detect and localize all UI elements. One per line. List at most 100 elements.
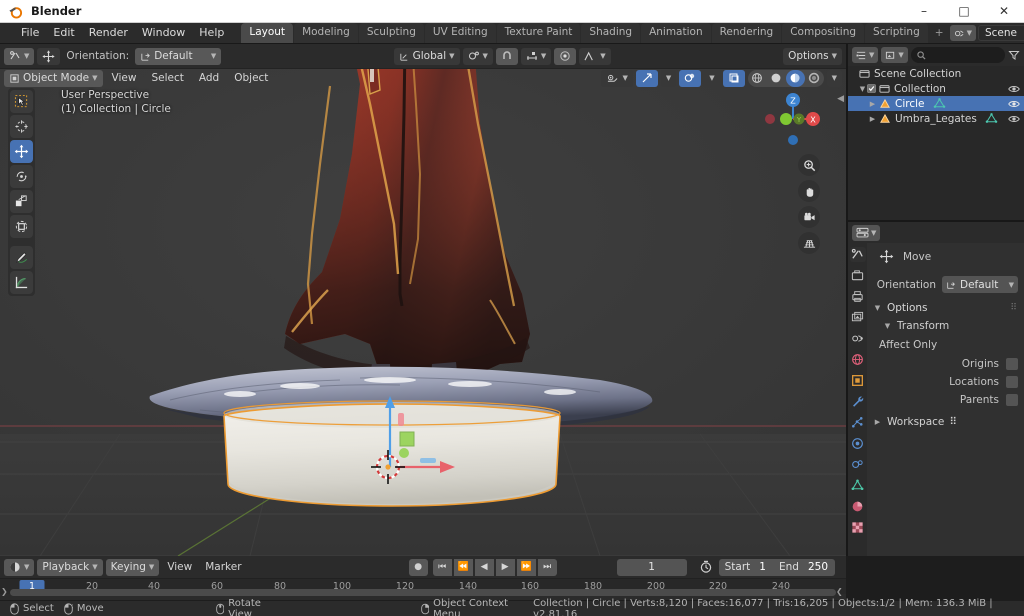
snap-settings-dropdown[interactable]: ▼ xyxy=(521,48,551,65)
parents-checkbox[interactable] xyxy=(1006,394,1018,406)
menu-render[interactable]: Render xyxy=(82,24,135,42)
xray-toggle-button[interactable] xyxy=(723,70,745,87)
properties-editor[interactable]: ▼ xyxy=(848,222,1024,556)
viewport-3d[interactable]: ▼ Orientation: Default ▼ xyxy=(0,44,846,556)
properties-tab-physics[interactable] xyxy=(850,436,866,451)
maximize-button[interactable]: □ xyxy=(944,0,984,23)
tool-transform[interactable] xyxy=(10,215,33,238)
origins-checkbox[interactable] xyxy=(1006,358,1018,370)
zoom-icon[interactable] xyxy=(798,154,820,176)
affect-locations-row[interactable]: Locations xyxy=(873,376,1018,388)
shading-material-preview-button[interactable] xyxy=(786,70,805,87)
gizmo-toggle-button[interactable] xyxy=(636,70,658,87)
preview-range-icon[interactable] xyxy=(699,560,713,574)
play-button[interactable]: ▶ xyxy=(496,559,515,576)
end-label[interactable]: End xyxy=(773,559,805,576)
viewport-menu-add[interactable]: Add xyxy=(193,70,225,86)
tab-uv-editing[interactable]: UV Editing xyxy=(425,23,496,43)
hand-icon[interactable] xyxy=(798,180,820,202)
viewport-menu-object[interactable]: Object xyxy=(228,70,274,86)
tab-layout[interactable]: Layout xyxy=(241,23,293,43)
properties-tab-constraints[interactable] xyxy=(850,457,866,472)
tool-cursor[interactable] xyxy=(10,115,33,138)
properties-tab-modifiers[interactable] xyxy=(850,394,866,409)
properties-tab-texture[interactable] xyxy=(850,520,866,535)
scroll-left-arrow-icon[interactable]: ❯ xyxy=(1,587,8,596)
proportional-falloff-dropdown[interactable]: ▼ xyxy=(579,48,610,65)
shading-settings-dropdown[interactable]: ▼ xyxy=(827,70,842,87)
properties-tab-object[interactable] xyxy=(850,373,866,388)
close-button[interactable]: ✕ xyxy=(984,0,1024,23)
outliner-row-circle[interactable]: ▶ Circle xyxy=(848,96,1024,111)
end-value[interactable]: 250 xyxy=(805,561,835,573)
tool-rotate[interactable] xyxy=(10,165,33,188)
timeline-editor-type-button[interactable]: ▼ xyxy=(4,559,34,576)
previous-keyframe-button[interactable]: ⏪ xyxy=(454,559,473,576)
tool-measure[interactable] xyxy=(10,271,33,294)
gizmo-settings-dropdown[interactable]: ▼ xyxy=(661,70,676,87)
visibility-dropdown[interactable]: ▼ xyxy=(601,70,632,87)
properties-tab-render[interactable] xyxy=(850,268,866,283)
properties-tab-world[interactable] xyxy=(850,352,866,367)
shading-wireframe-button[interactable] xyxy=(748,70,767,87)
menu-help[interactable]: Help xyxy=(192,24,231,42)
visibility-eye-icon[interactable] xyxy=(1008,99,1020,109)
tool-scale[interactable] xyxy=(10,190,33,213)
tool-settings-editor-type-button[interactable]: ▼ xyxy=(4,48,34,65)
current-frame-field[interactable]: 1 xyxy=(617,559,687,576)
outliner-editor[interactable]: ▼ ▼ xyxy=(848,44,1024,222)
editor-divider-vertical[interactable] xyxy=(846,44,848,556)
shading-solid-button[interactable] xyxy=(767,70,786,87)
workspace-panel-header[interactable]: ▶ Workspace ⠿ xyxy=(873,416,1018,428)
filter-icon[interactable] xyxy=(1008,49,1020,61)
navigation-gizmo[interactable]: Z X Y xyxy=(762,88,824,150)
tab-texture-paint[interactable]: Texture Paint xyxy=(497,23,581,43)
tab-animation[interactable]: Animation xyxy=(641,23,711,43)
properties-tab-object-data[interactable] xyxy=(850,478,866,493)
tab-rendering[interactable]: Rendering xyxy=(712,23,782,43)
options-panel-header[interactable]: ▼ Options ⠿ xyxy=(873,302,1018,314)
properties-tab-material[interactable] xyxy=(850,499,866,514)
auto-keying-button[interactable]: ● xyxy=(409,559,428,576)
orientation-dropdown[interactable]: Default ▼ xyxy=(942,276,1018,293)
affect-origins-row[interactable]: Origins xyxy=(873,358,1018,370)
next-keyframe-button[interactable]: ⏩ xyxy=(517,559,536,576)
timeline-scrollbar[interactable]: ❯ ❮ xyxy=(0,589,846,596)
mesh-data-icon[interactable] xyxy=(933,98,946,109)
outliner-row-collection[interactable]: ▼ Collection xyxy=(848,81,1024,96)
checkbox-icon[interactable] xyxy=(867,84,876,93)
outliner-row-scene-collection[interactable]: Scene Collection xyxy=(848,66,1024,81)
snap-toggle-button[interactable] xyxy=(496,48,518,65)
start-value[interactable]: 1 xyxy=(756,561,773,573)
playback-dropdown[interactable]: Playback ▼ xyxy=(37,559,102,576)
outliner-search-input[interactable] xyxy=(911,47,1005,63)
scroll-right-arrow-icon[interactable]: ❮ xyxy=(836,587,843,596)
properties-tab-particles[interactable] xyxy=(850,415,866,430)
jump-to-start-button[interactable]: ⏮ xyxy=(433,559,452,576)
timeline-menu-view[interactable]: View xyxy=(162,559,197,575)
orientation-dropdown[interactable]: Default ▼ xyxy=(135,48,221,65)
viewport-sidebar-collapse-arrow[interactable]: ◀ xyxy=(837,94,844,104)
tab-compositing[interactable]: Compositing xyxy=(782,23,864,43)
tool-tweak-select-box[interactable] xyxy=(10,90,33,113)
visibility-eye-icon[interactable] xyxy=(1008,84,1020,94)
viewport-menu-select[interactable]: Select xyxy=(145,70,189,86)
add-workspace-button[interactable]: + xyxy=(929,24,950,43)
tab-sculpting[interactable]: Sculpting xyxy=(359,23,424,43)
menu-edit[interactable]: Edit xyxy=(46,24,81,42)
tab-scripting[interactable]: Scripting xyxy=(865,23,928,43)
transform-panel-header[interactable]: ▼ Transform xyxy=(883,320,1018,332)
active-tool-move-icon-button[interactable] xyxy=(37,48,60,65)
proportional-editing-toggle[interactable] xyxy=(554,48,576,65)
grid-icon[interactable] xyxy=(798,232,820,254)
transform-orientation-dropdown[interactable]: Global ▼ xyxy=(394,48,460,65)
timeline-editor[interactable]: ▼ Playback ▼ Keying ▼ View Marker ● ⏮ ⏪ … xyxy=(0,556,846,600)
properties-tab-view-layer[interactable] xyxy=(850,310,866,325)
overlays-settings-dropdown[interactable]: ▼ xyxy=(704,70,719,87)
tab-modeling[interactable]: Modeling xyxy=(294,23,358,43)
tool-move[interactable] xyxy=(10,140,33,163)
viewport-options-dropdown[interactable]: Options ▼ xyxy=(783,48,842,65)
scene-browse-dropdown[interactable]: ▼ xyxy=(950,25,976,41)
visibility-eye-icon[interactable] xyxy=(1008,114,1020,124)
outliner-row-umbra-legates[interactable]: ▶ Umbra_Legates xyxy=(848,111,1024,126)
